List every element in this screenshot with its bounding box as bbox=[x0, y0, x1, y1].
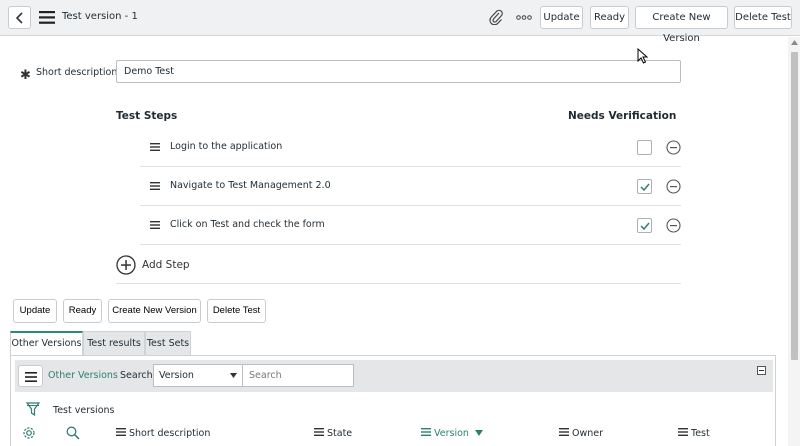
column-menu-icon[interactable] bbox=[678, 428, 688, 436]
column-label: State bbox=[327, 428, 353, 439]
checkmark-icon bbox=[640, 222, 650, 230]
short-description-label: Short description bbox=[36, 67, 118, 78]
add-step-button[interactable]: Add Step bbox=[142, 259, 190, 271]
dropdown-arrow-icon bbox=[230, 373, 237, 378]
column-label: Version bbox=[434, 428, 469, 439]
needs-verification-checkbox[interactable] bbox=[637, 179, 652, 194]
test-step-row: Navigate to Test Management 2.0 bbox=[140, 167, 681, 206]
scrollbar-thumb[interactable] bbox=[791, 52, 798, 360]
test-step-label[interactable]: Click on Test and check the form bbox=[170, 219, 325, 230]
tab-test-sets[interactable]: Test Sets bbox=[145, 331, 191, 355]
test-step-label[interactable]: Login to the application bbox=[170, 141, 282, 152]
list-context-menu-button[interactable] bbox=[18, 365, 43, 387]
divider bbox=[116, 283, 681, 284]
drag-handle-icon[interactable] bbox=[150, 182, 160, 190]
gear-icon[interactable] bbox=[22, 426, 36, 440]
search-field-select[interactable]: Version bbox=[153, 364, 243, 387]
tab-other-versions[interactable]: Other Versions bbox=[10, 331, 83, 355]
column-menu-icon[interactable] bbox=[116, 428, 126, 436]
header-create-new-version-button[interactable]: Create New Version bbox=[635, 6, 728, 44]
column-header-test[interactable]: Test bbox=[678, 428, 710, 439]
create-new-version-button[interactable]: Create New Version bbox=[108, 299, 201, 323]
ready-button[interactable]: Ready bbox=[63, 299, 102, 323]
delete-test-button[interactable]: Delete Test bbox=[207, 299, 266, 323]
hamburger-menu-icon[interactable] bbox=[39, 11, 55, 24]
filter-icon[interactable] bbox=[26, 402, 40, 417]
search-label: Search bbox=[120, 370, 153, 381]
column-menu-icon[interactable] bbox=[559, 428, 569, 436]
column-header-short-description[interactable]: Short description bbox=[116, 428, 210, 439]
filter-breadcrumb[interactable]: Test versions bbox=[53, 405, 114, 416]
mouse-cursor-icon bbox=[637, 48, 648, 64]
add-step-icon[interactable] bbox=[116, 255, 136, 275]
back-button[interactable] bbox=[8, 6, 31, 29]
search-icon[interactable] bbox=[66, 426, 80, 440]
tab-test-results[interactable]: Test results bbox=[83, 331, 145, 355]
needs-verification-heading: Needs Verification bbox=[568, 110, 677, 122]
search-input[interactable]: Search bbox=[243, 364, 354, 387]
remove-step-icon[interactable] bbox=[666, 179, 681, 194]
collapse-icon[interactable] bbox=[757, 366, 766, 375]
update-button[interactable]: Update bbox=[13, 299, 57, 323]
page-title: Test version - 1 bbox=[62, 11, 138, 22]
header-ready-button[interactable]: Ready bbox=[590, 6, 629, 29]
needs-verification-checkbox[interactable] bbox=[637, 218, 652, 233]
checkmark-icon bbox=[640, 183, 650, 191]
header-delete-test-button[interactable]: Delete Test bbox=[734, 6, 792, 29]
column-menu-icon[interactable] bbox=[421, 428, 431, 436]
column-label: Short description bbox=[129, 428, 211, 439]
needs-verification-checkbox[interactable] bbox=[637, 140, 652, 155]
column-header-owner[interactable]: Owner bbox=[559, 428, 603, 439]
chevron-left-icon bbox=[15, 12, 23, 24]
column-header-state[interactable]: State bbox=[314, 428, 352, 439]
drag-handle-icon[interactable] bbox=[150, 143, 160, 151]
short-description-input[interactable]: Demo Test bbox=[116, 60, 681, 83]
test-step-row: Login to the application bbox=[140, 128, 681, 167]
related-list-title[interactable]: Other Versions bbox=[48, 370, 118, 381]
column-label: Owner bbox=[572, 428, 604, 439]
header-update-button[interactable]: Update bbox=[540, 6, 583, 29]
test-step-label[interactable]: Navigate to Test Management 2.0 bbox=[170, 180, 331, 191]
drag-handle-icon[interactable] bbox=[150, 221, 160, 229]
paperclip-icon[interactable] bbox=[489, 9, 503, 25]
column-header-version[interactable]: Version bbox=[421, 428, 486, 439]
test-steps-heading: Test Steps bbox=[116, 110, 178, 122]
column-label: Test bbox=[691, 428, 710, 439]
remove-step-icon[interactable] bbox=[666, 140, 681, 155]
form-header: Test version - 1 Update Ready Create New… bbox=[0, 0, 800, 44]
search-field-value: Version bbox=[159, 370, 194, 381]
test-step-row: Click on Test and check the form bbox=[140, 206, 681, 245]
required-asterisk-icon: ✱ bbox=[20, 68, 31, 83]
hamburger-menu-icon bbox=[25, 372, 37, 382]
remove-step-icon[interactable] bbox=[666, 218, 681, 233]
sort-descending-icon bbox=[474, 430, 483, 436]
column-menu-icon[interactable] bbox=[314, 428, 324, 436]
scroll-up-arrow-icon[interactable] bbox=[791, 40, 798, 45]
more-options-icon[interactable] bbox=[516, 15, 532, 20]
